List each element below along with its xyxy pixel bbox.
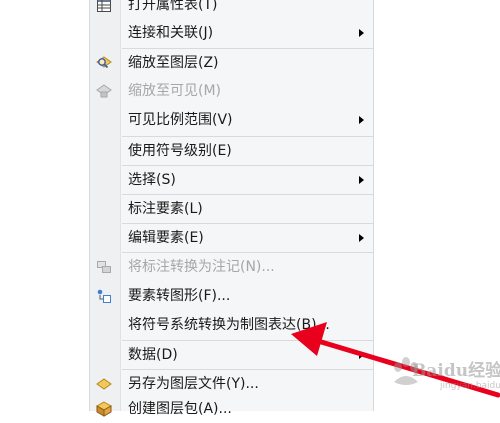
menu-item-label: 数据(D) [128, 347, 178, 363]
submenu-arrow-icon [359, 351, 364, 359]
submenu-arrow-icon [359, 29, 364, 37]
menu-item-label: 缩放至图层(Z) [128, 55, 219, 71]
zoom-to-visible-icon [96, 83, 112, 99]
menu-item-label: 标注要素(L) [128, 201, 203, 217]
submenu-arrow-icon [359, 116, 364, 124]
layer-package-icon [95, 401, 113, 417]
menu-item-label-features[interactable]: 标注要素(L) [90, 195, 373, 223]
watermark-subtext: jingyan.baidu.com [440, 381, 500, 391]
menu-item-joins-relates[interactable]: 连接和关联(J) [90, 19, 373, 47]
menu-item-create-layer-package[interactable]: 创建图层包(A)... [90, 395, 373, 423]
watermark-text: Baidu经验 [412, 361, 500, 381]
menu-item-zoom-to-visible[interactable]: 缩放至可见(M) [90, 77, 373, 105]
zoom-to-layer-icon [96, 55, 112, 71]
menu-item-visible-scale-range[interactable]: 可见比例范围(V) [90, 106, 373, 134]
layer-context-menu: 打开属性表(T) 连接和关联(J) 缩放至图层(Z) 缩放至可见(M) 可见比例… [89, 0, 374, 417]
menu-item-label: 将标注转换为注记(N)... [128, 259, 275, 275]
menu-item-label: 创建图层包(A)... [128, 401, 232, 417]
menu-item-convert-features-to-graphics[interactable]: 要素转图形(F)... [90, 282, 373, 310]
features-to-graphics-icon [96, 288, 112, 304]
menu-item-label: 缩放至可见(M) [128, 83, 222, 99]
menu-item-use-symbol-levels[interactable]: 使用符号级别(E) [90, 137, 373, 165]
table-icon [96, 0, 112, 13]
menu-item-label: 将符号系统转换为制图表达(B)... [128, 317, 330, 333]
menu-item-data[interactable]: 数据(D) [90, 341, 373, 369]
menu-item-edit-features[interactable]: 编辑要素(E) [90, 224, 373, 252]
menu-item-zoom-to-layer[interactable]: 缩放至图层(Z) [90, 49, 373, 77]
submenu-arrow-icon [359, 234, 364, 242]
menu-item-label: 可见比例范围(V) [128, 112, 233, 128]
menu-item-label: 连接和关联(J) [128, 25, 214, 41]
menu-item-save-as-layer-file[interactable]: 另存为图层文件(Y)... [90, 370, 373, 398]
menu-item-label: 另存为图层文件(Y)... [128, 376, 259, 392]
submenu-arrow-icon [359, 176, 364, 184]
menu-item-convert-labels-to-annotation[interactable]: 将标注转换为注记(N)... [90, 253, 373, 281]
menu-item-label: 打开属性表(T) [128, 0, 218, 13]
menu-item-label: 要素转图形(F)... [128, 288, 231, 304]
layer-file-icon [96, 376, 112, 392]
convert-labels-icon [96, 259, 112, 275]
menu-item-label: 编辑要素(E) [128, 230, 204, 246]
menu-item-label: 选择(S) [128, 172, 176, 188]
menu-item-convert-symbology-to-representation[interactable]: 将符号系统转换为制图表达(B)... [90, 311, 373, 339]
menu-item-label: 使用符号级别(E) [128, 143, 232, 159]
menu-item-selection[interactable]: 选择(S) [90, 166, 373, 194]
menu-item-open-attribute-table[interactable]: 打开属性表(T) [90, 0, 373, 19]
